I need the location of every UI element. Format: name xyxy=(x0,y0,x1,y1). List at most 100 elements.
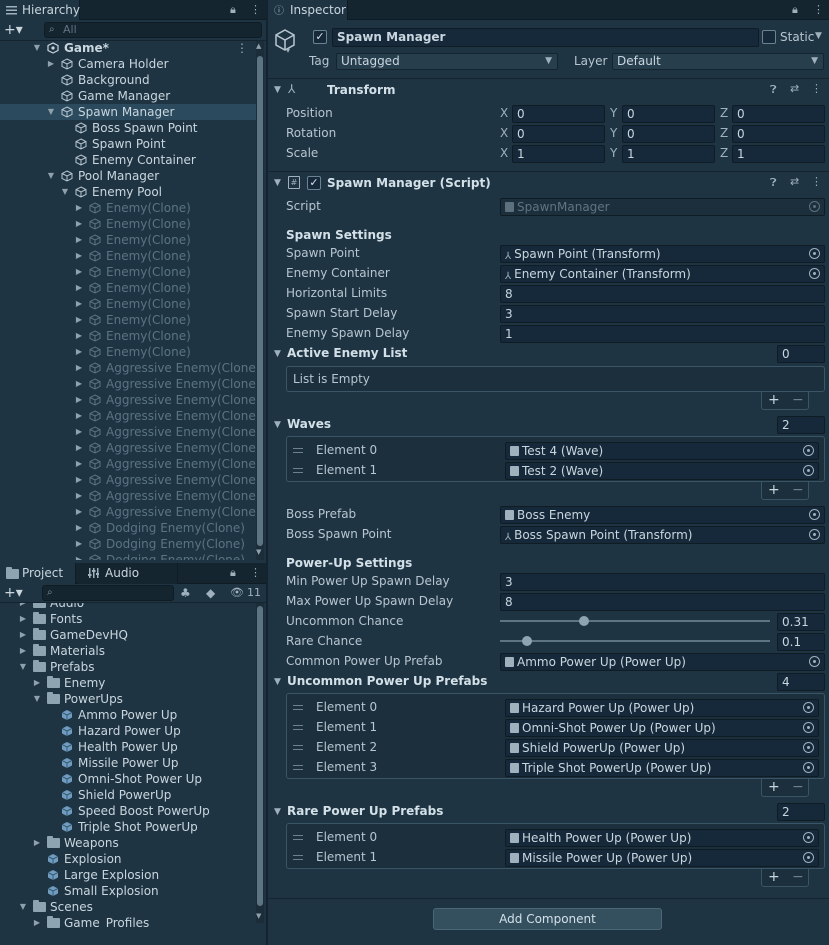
object-picker-icon[interactable] xyxy=(803,832,814,843)
transform-value-field[interactable]: 0 xyxy=(512,105,605,123)
expand-arrow-right-icon[interactable]: ▶ xyxy=(19,643,27,659)
boss-prefab-field[interactable]: Boss Enemy xyxy=(500,506,825,524)
project-scrollbar[interactable] xyxy=(257,606,263,906)
axis-label[interactable]: X xyxy=(500,103,508,123)
object-picker-icon[interactable] xyxy=(809,529,820,540)
lock-icon[interactable]: 🔒︎ xyxy=(792,3,798,17)
drag-handle-icon[interactable] xyxy=(293,835,303,840)
object-picker-icon[interactable] xyxy=(803,852,814,863)
drag-handle-icon[interactable] xyxy=(293,468,303,473)
uncommon-prefabs-size[interactable]: 4 xyxy=(777,673,825,691)
tree-row[interactable]: ▶ Enemy(Clone) xyxy=(0,328,256,344)
add-element-button[interactable]: + xyxy=(768,870,780,884)
tree-row[interactable]: Omni-Shot Power Up xyxy=(0,771,256,787)
hidden-packages-icon[interactable]: 👁︎ xyxy=(230,586,244,599)
waves-size[interactable]: 2 xyxy=(777,416,825,434)
component-menu-icon[interactable]: ⋮ xyxy=(811,175,822,188)
drag-handle-icon[interactable] xyxy=(293,855,303,860)
expand-arrow-right-icon[interactable]: ▶ xyxy=(75,344,83,360)
expand-arrow-right-icon[interactable]: ▶ xyxy=(75,504,83,520)
remove-element-button[interactable]: − xyxy=(792,393,804,407)
rare-chance-slider-track[interactable] xyxy=(500,640,770,642)
project-search-input[interactable]: ⌕ xyxy=(42,585,174,601)
tree-row[interactable]: Speed Boost PowerUp xyxy=(0,803,256,819)
tree-row[interactable]: ▶ Aggressive Enemy(Clone) xyxy=(0,456,256,472)
tree-row[interactable]: ▶ Aggressive Enemy(Clone) xyxy=(0,504,256,520)
tree-row[interactable]: ▶ Aggressive Enemy(Clone) xyxy=(0,392,256,408)
object-picker-icon[interactable] xyxy=(809,268,820,279)
scene-menu-icon[interactable]: ⋮ xyxy=(236,40,248,56)
expand-arrow-right-icon[interactable]: ▶ xyxy=(75,216,83,232)
lock-icon[interactable]: 🔒︎ xyxy=(230,566,236,580)
add-component-button[interactable]: Add Component xyxy=(433,908,662,930)
element-object-field[interactable]: Health Power Up (Power Up) xyxy=(505,829,819,847)
tree-row[interactable]: ▼ Pool Manager xyxy=(0,168,256,184)
remove-element-button[interactable]: − xyxy=(792,780,804,794)
static-dropdown-caret-icon[interactable]: ▼ xyxy=(815,31,822,41)
object-picker-icon[interactable] xyxy=(809,248,820,259)
rare-chance-field[interactable]: 0.1 xyxy=(777,633,825,651)
axis-label[interactable]: Y xyxy=(610,103,617,123)
axis-label[interactable]: Z xyxy=(720,143,728,163)
tree-row[interactable]: ▶ Camera Holder xyxy=(0,56,256,72)
expand-arrow-right-icon[interactable]: ▶ xyxy=(75,392,83,408)
object-picker-icon[interactable] xyxy=(809,656,820,667)
hierarchy-search-input[interactable]: ⌕ All xyxy=(44,22,262,38)
waves-label[interactable]: Waves xyxy=(287,414,331,434)
tree-row[interactable]: Ammo Power Up xyxy=(0,707,256,723)
expand-arrow-right-icon[interactable]: ▶ xyxy=(33,915,41,928)
add-element-button[interactable]: + xyxy=(768,393,780,407)
expand-arrow-right-icon[interactable]: ▶ xyxy=(75,200,83,216)
axis-label[interactable]: X xyxy=(500,143,508,163)
tree-row[interactable]: Background xyxy=(0,72,256,88)
scroll-down-arrow-icon[interactable]: ▼ xyxy=(256,548,261,556)
min-delay-field[interactable]: 3 xyxy=(500,573,825,591)
tree-row[interactable]: Enemy Container xyxy=(0,152,256,168)
expand-arrow-right-icon[interactable]: ▶ xyxy=(33,675,41,691)
folder-row[interactable]: ▶ Audio xyxy=(0,603,256,611)
folder-row[interactable]: ▶ Game_Profiles xyxy=(0,915,256,928)
expand-arrow-down-icon[interactable]: ▼ xyxy=(33,40,41,56)
max-delay-field[interactable]: 8 xyxy=(500,593,825,611)
transform-value-field[interactable]: 0 xyxy=(622,125,715,143)
expand-arrow-right-icon[interactable]: ▶ xyxy=(75,376,83,392)
axis-label[interactable]: Z xyxy=(720,103,728,123)
expand-arrow-down-icon[interactable]: ▼ xyxy=(33,691,41,707)
object-picker-icon[interactable] xyxy=(803,722,814,733)
axis-label[interactable]: Y xyxy=(610,123,617,143)
expand-arrow-right-icon[interactable]: ▶ xyxy=(47,56,55,72)
axis-label[interactable]: X xyxy=(500,123,508,143)
icon-dropdown-caret-icon[interactable]: ▾ xyxy=(286,46,290,55)
folder-row[interactable]: ▶ Weapons xyxy=(0,835,256,851)
expand-arrow-right-icon[interactable]: ▶ xyxy=(75,488,83,504)
tree-row[interactable]: ▶ Enemy(Clone) xyxy=(0,312,256,328)
remove-element-button[interactable]: − xyxy=(792,483,804,497)
uncommon-chance-slider-track[interactable] xyxy=(500,620,770,622)
expand-arrow-right-icon[interactable]: ▶ xyxy=(75,360,83,376)
object-picker-icon[interactable] xyxy=(803,702,814,713)
expand-arrow-right-icon[interactable]: ▶ xyxy=(75,408,83,424)
gameobject-icon[interactable] xyxy=(274,28,296,52)
expand-arrow-right-icon[interactable]: ▶ xyxy=(75,520,83,536)
tree-row[interactable]: ▼ Enemy Pool xyxy=(0,184,256,200)
element-object-field[interactable]: Triple Shot PowerUp (Power Up) xyxy=(505,759,819,777)
rare-prefabs-label[interactable]: Rare Power Up Prefabs xyxy=(287,801,443,821)
tree-row[interactable]: ▶ Enemy(Clone) xyxy=(0,216,256,232)
uncommon-chance-slider-knob[interactable] xyxy=(578,616,589,626)
script-component-header[interactable]: ▼ # ✓ Spawn Manager (Script) ❓︎ ⇄ ⋮ xyxy=(268,171,829,193)
tree-row[interactable]: ▶ Aggressive Enemy(Clone) xyxy=(0,408,256,424)
tree-row[interactable]: ▶ Dodging Enemy(Clone) xyxy=(0,520,256,536)
remove-element-button[interactable]: − xyxy=(792,870,804,884)
object-picker-icon[interactable] xyxy=(803,465,814,476)
expand-arrow-right-icon[interactable]: ▶ xyxy=(75,440,83,456)
folder-row[interactable]: ▶ Materials xyxy=(0,643,256,659)
tree-row[interactable]: ▶ Enemy(Clone) xyxy=(0,200,256,216)
tab-inspector[interactable]: ⓘ Inspector xyxy=(268,0,348,20)
tree-row[interactable]: ▼ Game* ⋮ xyxy=(0,40,256,56)
drag-handle-icon[interactable] xyxy=(293,745,303,750)
expand-arrow-down-icon[interactable]: ▼ xyxy=(19,659,27,675)
tree-row[interactable]: ▶ Enemy(Clone) xyxy=(0,296,256,312)
transform-value-field[interactable]: 0 xyxy=(732,105,825,123)
rare-prefabs-size[interactable]: 2 xyxy=(777,803,825,821)
drag-handle-icon[interactable] xyxy=(293,765,303,770)
